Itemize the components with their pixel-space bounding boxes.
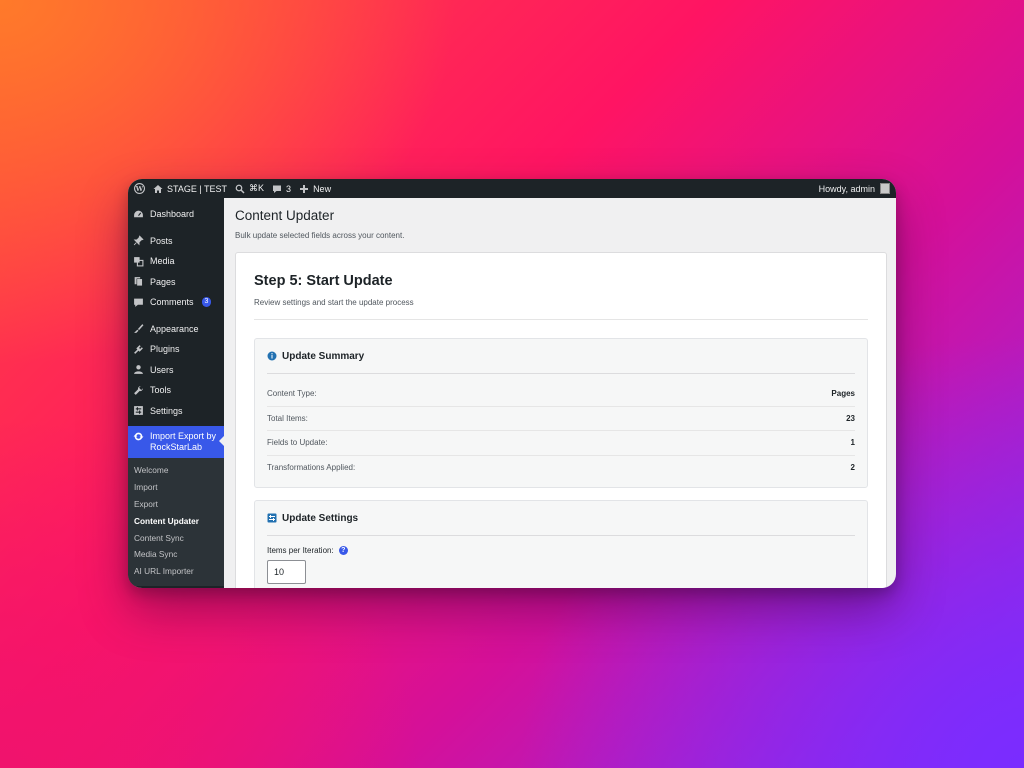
comment-icon (273, 185, 282, 193)
summary-value: 1 (850, 438, 855, 448)
sidebar-item-appearance[interactable]: Appearance (128, 319, 224, 340)
account-menu[interactable]: Howdy, admin (819, 183, 890, 194)
brush-icon (133, 323, 144, 334)
help-icon[interactable]: ? (338, 546, 348, 555)
site-name-link[interactable]: STAGE | TEST (153, 179, 227, 198)
comments-badge: 3 (201, 297, 212, 308)
submenu-content-updater[interactable]: Content Updater (128, 512, 224, 529)
new-label: New (313, 183, 332, 194)
command-palette-button[interactable]: ⌘K (235, 179, 264, 198)
sidebar-item-label: Posts (150, 235, 173, 246)
new-content-button[interactable]: New (299, 179, 331, 198)
comments-count: 3 (286, 183, 292, 194)
sidebar-item-settings[interactable]: Settings (128, 401, 224, 422)
main-content: Content Updater Bulk update selected fie… (224, 198, 896, 588)
submenu-export[interactable]: Export (128, 496, 224, 513)
divider (254, 319, 868, 320)
summary-label: Total Items: (267, 413, 308, 423)
admin-sidebar: Dashboard Posts Media Pages Comments 3 A… (128, 198, 224, 588)
plus-icon (300, 184, 309, 193)
submenu-welcome[interactable]: Welcome (128, 462, 224, 479)
search-icon (235, 184, 245, 194)
sidebar-item-media[interactable]: Media (128, 251, 224, 272)
summary-label: Fields to Update: (267, 438, 328, 448)
submenu-import[interactable]: Import (128, 479, 224, 496)
info-icon (267, 351, 277, 361)
panel-title: Update Summary (282, 350, 365, 362)
summary-row: Fields to Update: 1 (267, 431, 855, 456)
plug-icon (133, 344, 144, 355)
summary-row: Total Items: 23 (267, 407, 855, 431)
items-per-iteration-input[interactable] (267, 560, 306, 584)
sidebar-item-posts[interactable]: Posts (128, 231, 224, 252)
settings-icon (133, 405, 144, 416)
comment-icon (133, 297, 144, 308)
sidebar-item-tools[interactable]: Tools (128, 380, 224, 401)
page-description: Bulk update selected fields across your … (235, 231, 405, 240)
update-summary-panel: Update Summary Content Type: Pages Total… (254, 338, 868, 488)
comments-link[interactable]: 3 (272, 179, 291, 198)
dashboard-icon (133, 209, 144, 220)
summary-value: 23 (846, 413, 855, 423)
step-title: Step 5: Start Update (254, 273, 393, 289)
sidebar-item-label: Media (150, 256, 175, 267)
wrench-icon (133, 385, 144, 396)
sidebar-item-label: Users (150, 364, 174, 375)
site-name: STAGE | TEST (167, 183, 228, 194)
items-per-iteration-label: Items per Iteration: ? (267, 546, 855, 555)
sidebar-item-label: Appearance (150, 323, 199, 334)
shortcut-label: ⌘K (249, 183, 265, 193)
pages-icon (133, 276, 144, 287)
summary-value: 2 (850, 462, 855, 472)
sidebar-item-label: Import Export by RockStarLab (150, 431, 217, 452)
step-card: Step 5: Start Update Review settings and… (235, 252, 887, 588)
user-icon (133, 364, 144, 375)
browser-window: W STAGE | TEST ⌘K 3 New Howdy, admin Das… (128, 179, 896, 588)
settings-icon (267, 513, 277, 523)
submenu-content-sync[interactable]: Content Sync (128, 529, 224, 546)
media-icon (133, 256, 144, 267)
summary-value: Pages (831, 389, 855, 399)
page-title: Content Updater (235, 208, 335, 223)
sidebar-item-label: Comments (150, 297, 194, 308)
summary-label: Transformations Applied: (267, 462, 356, 472)
sidebar-item-pages[interactable]: Pages (128, 272, 224, 293)
wordpress-logo-icon[interactable]: W (134, 179, 145, 198)
sidebar-item-import-export[interactable]: Import Export by RockStarLab (128, 426, 224, 458)
summary-row: Content Type: Pages (267, 382, 855, 407)
howdy-text: Howdy, admin (818, 183, 875, 194)
avatar (880, 183, 890, 194)
panel-title: Update Settings (282, 512, 359, 524)
panel-header: Update Settings (267, 501, 855, 536)
sidebar-item-dashboard[interactable]: Dashboard (128, 204, 224, 225)
sidebar-item-label: Pages (150, 276, 176, 287)
panel-header: Update Summary (267, 339, 855, 374)
sidebar-item-users[interactable]: Users (128, 360, 224, 381)
submenu-media-sync[interactable]: Media Sync (128, 546, 224, 563)
submenu-ai-url-importer[interactable]: AI URL Importer (128, 563, 224, 580)
admin-bar: W STAGE | TEST ⌘K 3 New Howdy, admin (128, 179, 896, 198)
svg-text:W: W (135, 185, 144, 193)
sidebar-item-label: Tools (150, 385, 172, 396)
sidebar-item-label: Plugins (150, 344, 180, 355)
sidebar-item-label: Settings (150, 405, 183, 416)
summary-row: Transformations Applied: 2 (267, 456, 855, 480)
home-icon (153, 184, 163, 193)
update-settings-panel: Update Settings Items per Iteration: ? (254, 500, 868, 588)
sidebar-item-plugins[interactable]: Plugins (128, 339, 224, 360)
sidebar-item-label: Dashboard (150, 209, 195, 220)
pin-icon (133, 235, 144, 246)
plugin-submenu: Welcome Import Export Content Updater Co… (128, 458, 224, 586)
summary-label: Content Type: (267, 389, 317, 399)
sync-icon (133, 431, 144, 445)
sidebar-item-comments[interactable]: Comments 3 (128, 292, 224, 313)
step-description: Review settings and start the update pro… (254, 298, 414, 307)
setting-label-text: Items per Iteration: (267, 546, 334, 555)
